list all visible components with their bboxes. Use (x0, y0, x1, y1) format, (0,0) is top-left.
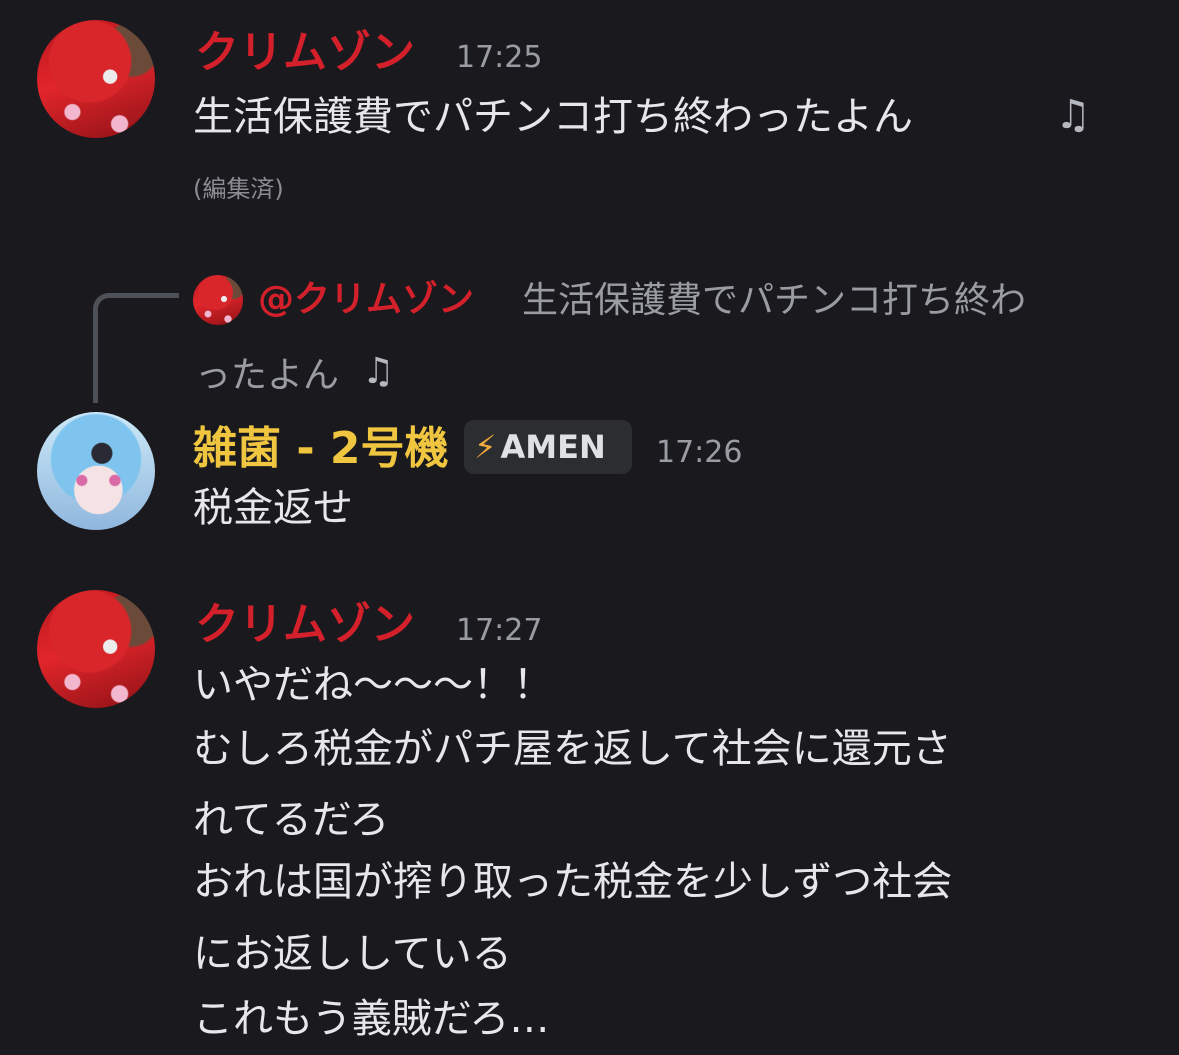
message-text-line: これもう義賊だろ… (193, 996, 550, 1042)
edited-label: (編集済) (193, 175, 284, 203)
role-badge-label: AMEN (500, 428, 606, 466)
avatar[interactable] (37, 412, 155, 530)
author-name[interactable]: クリムゾン (195, 31, 415, 75)
avatar[interactable] (37, 590, 155, 708)
music-note-icon: ♫ (1055, 92, 1091, 138)
timestamp: 17:26 (656, 435, 743, 470)
reply-author-mention[interactable]: @クリムゾン (258, 282, 474, 318)
avatar[interactable] (37, 20, 155, 138)
author-name[interactable]: 雑菌 - 2号機 (193, 427, 449, 471)
lightning-icon: ⚡ (474, 428, 497, 466)
reply-preview-text-continued[interactable]: ったよん (195, 358, 339, 394)
timestamp: 17:25 (456, 40, 543, 75)
message-text: 税金返せ (193, 485, 353, 531)
message-text-line: おれは国が搾り取った税金を少しずつ社会 (193, 859, 953, 905)
message-text-line: れてるだろ (193, 797, 390, 843)
author-name[interactable]: クリムゾン (195, 603, 415, 647)
reply-preview-text[interactable]: 生活保護費でパチンコ打ち終わ (522, 283, 1026, 319)
music-note-icon: ♫ (362, 351, 395, 392)
message-text: 生活保護費でパチンコ打ち終わったよん (193, 94, 913, 140)
message-text-line: にお返ししている (193, 931, 512, 977)
message-text-line: むしろ税金がパチ屋を返して社会に還元さ (193, 726, 952, 772)
timestamp: 17:27 (456, 613, 543, 648)
reply-avatar[interactable] (193, 275, 243, 325)
message-text-line: いやだね〜〜〜！！ (193, 662, 553, 708)
reply-connector (93, 293, 179, 403)
role-badge[interactable]: ⚡ AMEN (464, 420, 632, 474)
